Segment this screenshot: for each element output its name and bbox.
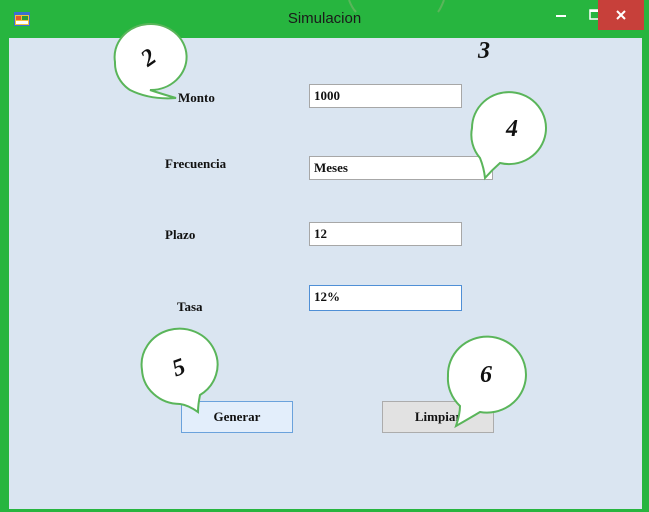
limpiar-button[interactable]: Limpiar [382, 401, 494, 433]
frecuencia-label: Frecuencia [165, 156, 227, 171]
frecuencia-select[interactable]: Meses [309, 156, 493, 180]
close-icon [616, 10, 626, 20]
minimize-button[interactable] [544, 0, 578, 30]
form-area [9, 38, 642, 509]
title-bar: Simulacion [0, 0, 649, 38]
generar-button[interactable]: Generar [181, 401, 293, 433]
tasa-input[interactable]: 12% [309, 285, 462, 311]
monto-input[interactable]: 1000 [309, 84, 462, 108]
plazo-input[interactable]: 12 [309, 222, 462, 246]
annotation-number-4: 4 [506, 116, 518, 142]
simulation-window: Simulacion Monto Frecuencia Plazo Tasa 1… [0, 0, 649, 512]
monto-label: Monto [178, 90, 215, 105]
tasa-label: Tasa [177, 299, 203, 314]
plazo-label: Plazo [165, 227, 196, 242]
minimize-icon [556, 15, 566, 17]
annotation-number-3: 3 [478, 38, 490, 64]
close-button[interactable] [598, 0, 644, 30]
annotation-number-6: 6 [480, 362, 492, 388]
